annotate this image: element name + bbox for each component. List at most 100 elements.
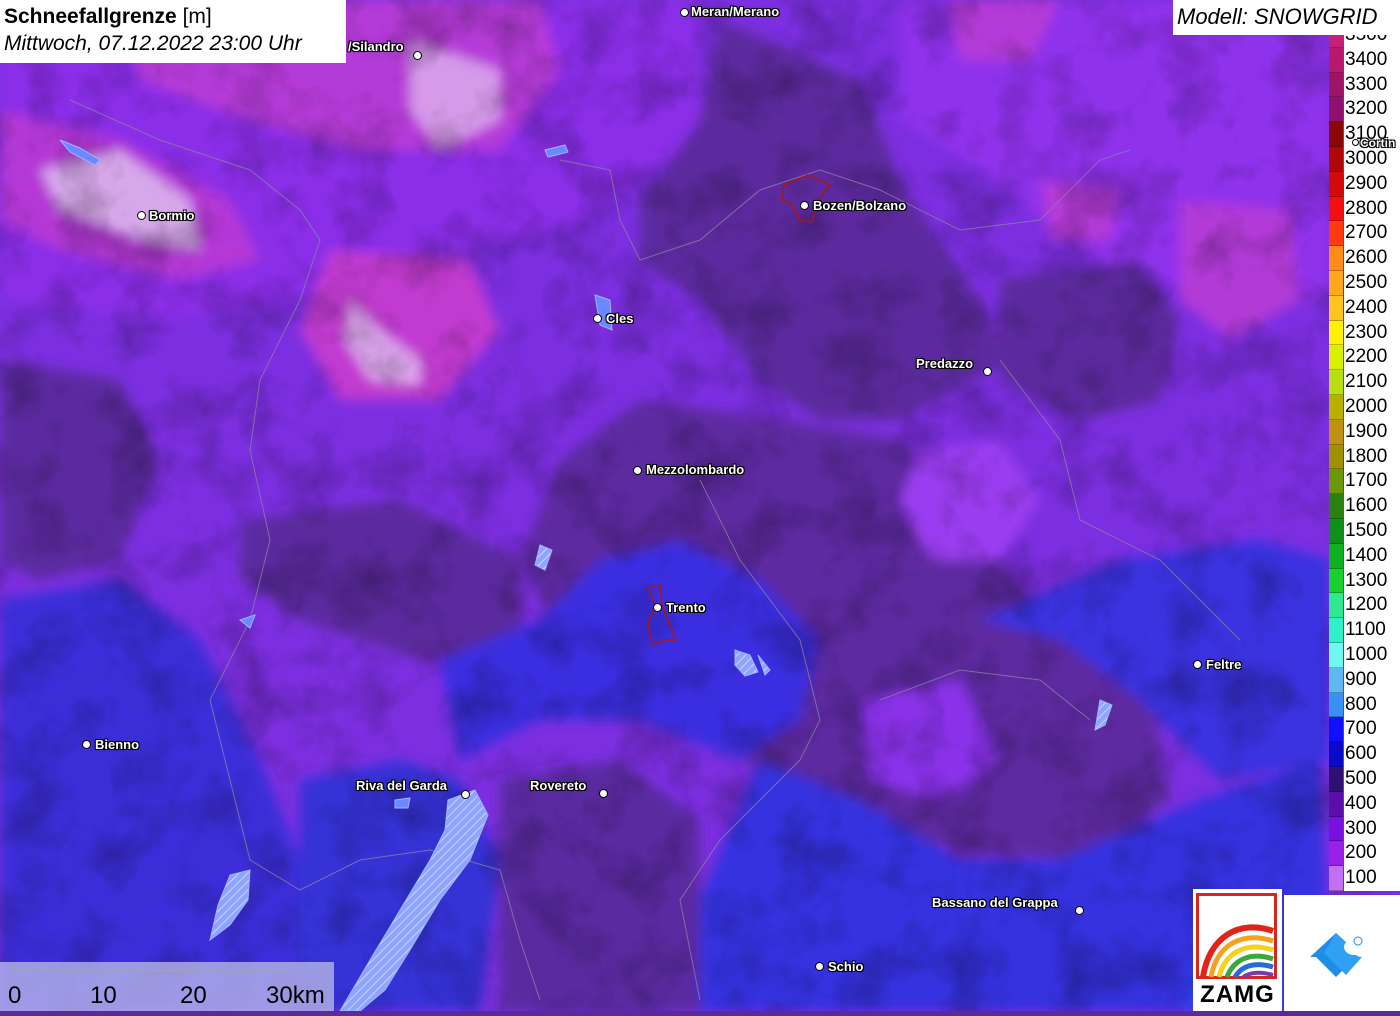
legend-row: 800	[1329, 692, 1400, 718]
city-marker	[633, 466, 642, 475]
zamg-text: ZAMG	[1200, 981, 1275, 1008]
legend-label: 1200	[1344, 593, 1400, 619]
city-label[interactable]: Bienno	[95, 737, 139, 752]
legend-swatch	[1329, 171, 1343, 197]
legend-swatch	[1329, 841, 1343, 867]
legend-row: 3500	[1329, 35, 1400, 48]
legend-label: 200	[1344, 841, 1400, 867]
legend-label: 3500	[1344, 35, 1400, 48]
scale-bar: 0 10 20 30km	[0, 962, 334, 1011]
legend-swatch	[1329, 271, 1343, 296]
legend-label: 2500	[1344, 271, 1400, 296]
legend-row: 1900	[1329, 419, 1400, 445]
city-label[interactable]: Mezzolombardo	[646, 462, 744, 477]
legend-row: 2300	[1329, 320, 1400, 346]
legend-label: 2000	[1344, 395, 1400, 420]
legend-label: 3200	[1344, 97, 1400, 123]
legend-row: 400	[1329, 791, 1400, 817]
legend-row: 1300	[1329, 568, 1400, 594]
legend-label: 3300	[1344, 72, 1400, 98]
city-label[interactable]: Bormio	[149, 208, 195, 223]
legend-swatch	[1329, 667, 1343, 693]
legend-row: 3400	[1329, 47, 1400, 73]
city-marker	[593, 314, 602, 323]
legend-label: 2700	[1344, 221, 1400, 247]
legend-row: 1700	[1329, 469, 1400, 495]
legend-label: 3000	[1344, 147, 1400, 172]
legend-swatch	[1329, 395, 1343, 420]
city-marker	[815, 962, 824, 971]
city-label[interactable]: Feltre	[1206, 657, 1241, 672]
legend-row: 3300	[1329, 72, 1400, 98]
terrain-shading	[0, 0, 1400, 1011]
city-label[interactable]: Bozen/Bolzano	[813, 198, 906, 213]
city-marker	[653, 603, 662, 612]
city-label[interactable]: Schio	[828, 959, 863, 974]
legend-row: 2800	[1329, 196, 1400, 222]
model-label: Modell: SNOWGRID	[1173, 0, 1400, 35]
city-marker	[1352, 139, 1359, 146]
legend-row: 1400	[1329, 543, 1400, 569]
snowgrid-logo[interactable]	[1284, 895, 1400, 1011]
legend-swatch	[1329, 717, 1343, 743]
legend-swatch	[1329, 469, 1343, 495]
city-label[interactable]: Cles	[606, 311, 633, 326]
city-marker	[983, 367, 992, 376]
legend-label: 2200	[1344, 345, 1400, 371]
zamg-logo[interactable]: ZAMG	[1193, 889, 1282, 1011]
legend-swatch	[1329, 519, 1343, 544]
legend-label: 500	[1344, 767, 1400, 792]
scale-label: 10	[90, 982, 117, 1009]
lake-tenno	[394, 797, 411, 809]
city-label[interactable]: Bassano del Grappa	[932, 895, 1058, 910]
legend-label: 900	[1344, 667, 1400, 693]
legend-label: 300	[1344, 816, 1400, 842]
legend-swatch	[1329, 246, 1343, 271]
legend-row: 1000	[1329, 643, 1400, 668]
map-title: Schneefallgrenze [m]	[4, 3, 342, 30]
legend-swatch	[1329, 816, 1343, 842]
color-legend: 3500340033003200310030002900280027002600…	[1329, 35, 1400, 891]
legend-swatch	[1329, 72, 1343, 98]
rainbow-icon	[1200, 924, 1274, 979]
scale-label: 20	[180, 982, 207, 1009]
legend-swatch	[1329, 568, 1343, 594]
legend-swatch	[1329, 345, 1343, 371]
city-marker	[137, 211, 146, 220]
legend-swatch	[1329, 866, 1343, 891]
legend-label: 2900	[1344, 171, 1400, 197]
legend-row: 300	[1329, 816, 1400, 842]
legend-row: 2200	[1329, 345, 1400, 371]
logos: ZAMG	[1193, 889, 1400, 1011]
city-label[interactable]: Trento	[666, 600, 706, 615]
legend-swatch	[1329, 47, 1343, 73]
legend-label: 1500	[1344, 519, 1400, 544]
legend-swatch	[1329, 742, 1343, 767]
scale-label: 30km	[266, 982, 325, 1009]
legend-swatch	[1329, 593, 1343, 619]
legend-row: 2400	[1329, 295, 1400, 321]
city-marker	[1075, 906, 1084, 915]
legend-label: 600	[1344, 742, 1400, 767]
legend-label: 800	[1344, 692, 1400, 718]
legend-label: 1900	[1344, 419, 1400, 445]
city-marker	[680, 8, 689, 17]
snowline-map[interactable]	[0, 0, 1400, 1011]
legend-label: 700	[1344, 717, 1400, 743]
variable-unit: [m]	[182, 5, 212, 28]
legend-label: 1100	[1344, 618, 1400, 643]
legend-row: 2600	[1329, 246, 1400, 271]
city-label[interactable]: Cortin	[1360, 136, 1395, 150]
legend-swatch	[1329, 643, 1343, 668]
city-label[interactable]: Predazzo	[916, 356, 973, 371]
legend-swatch	[1329, 692, 1343, 718]
city-marker	[82, 740, 91, 749]
city-label[interactable]: Meran/Merano	[691, 4, 779, 19]
legend-row: 2700	[1329, 221, 1400, 247]
legend-swatch	[1329, 543, 1343, 569]
city-label[interactable]: Rovereto	[530, 778, 586, 793]
city-label[interactable]: Riva del Garda	[356, 778, 447, 793]
legend-row: 1200	[1329, 593, 1400, 619]
city-label[interactable]: /Silandro	[348, 39, 404, 54]
legend-row: 1500	[1329, 519, 1400, 544]
